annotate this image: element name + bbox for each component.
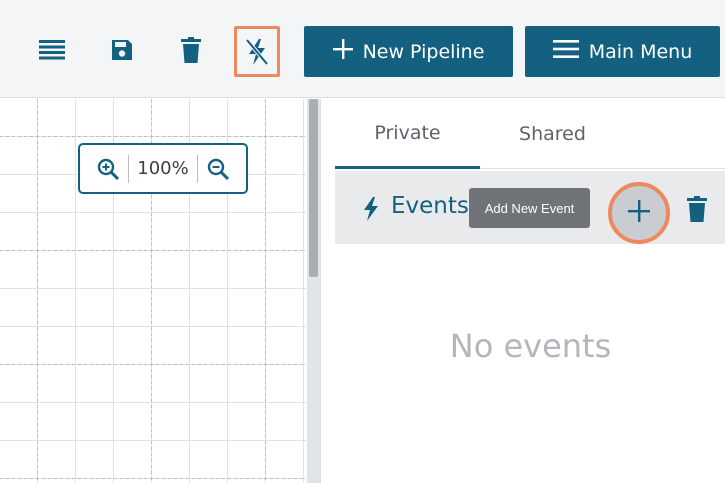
main-menu-button[interactable]: Main Menu <box>525 26 720 77</box>
tab-private[interactable]: Private <box>335 99 480 169</box>
hamburger-icon <box>552 40 579 63</box>
save-icon[interactable] <box>104 32 140 68</box>
add-event-button[interactable] <box>608 182 670 244</box>
trash-icon[interactable] <box>687 196 707 227</box>
events-title: Events <box>391 193 469 219</box>
list-icon[interactable] <box>34 32 70 68</box>
main-menu-label: Main Menu <box>588 40 693 63</box>
zoom-out-icon[interactable] <box>206 157 230 181</box>
zoom-control: 100% <box>78 143 248 194</box>
new-pipeline-button[interactable]: New Pipeline <box>304 26 513 77</box>
add-event-tooltip: Add New Event <box>469 188 590 228</box>
zoom-level: 100% <box>137 158 189 179</box>
scrollbar-thumb[interactable] <box>309 99 318 277</box>
panel-tabs: Private Shared <box>335 99 725 169</box>
zoom-divider <box>196 154 198 183</box>
zoom-divider <box>128 154 130 183</box>
events-header: Events Add New Event <box>335 171 725 244</box>
zoom-in-icon[interactable] <box>96 157 120 181</box>
disable-flow-icon[interactable] <box>234 26 280 77</box>
trash-icon[interactable] <box>173 32 209 68</box>
new-pipeline-label: New Pipeline <box>362 40 485 63</box>
empty-state-message: No events <box>449 327 612 365</box>
plus-icon <box>332 39 353 64</box>
canvas-scrollbar[interactable] <box>307 99 320 483</box>
bolt-icon <box>363 197 379 226</box>
side-panel: Private Shared Events Add New Event No e… <box>320 99 725 483</box>
top-toolbar: New Pipeline Main Menu <box>0 0 725 98</box>
plus-icon <box>628 199 650 227</box>
tab-shared[interactable]: Shared <box>485 99 620 169</box>
